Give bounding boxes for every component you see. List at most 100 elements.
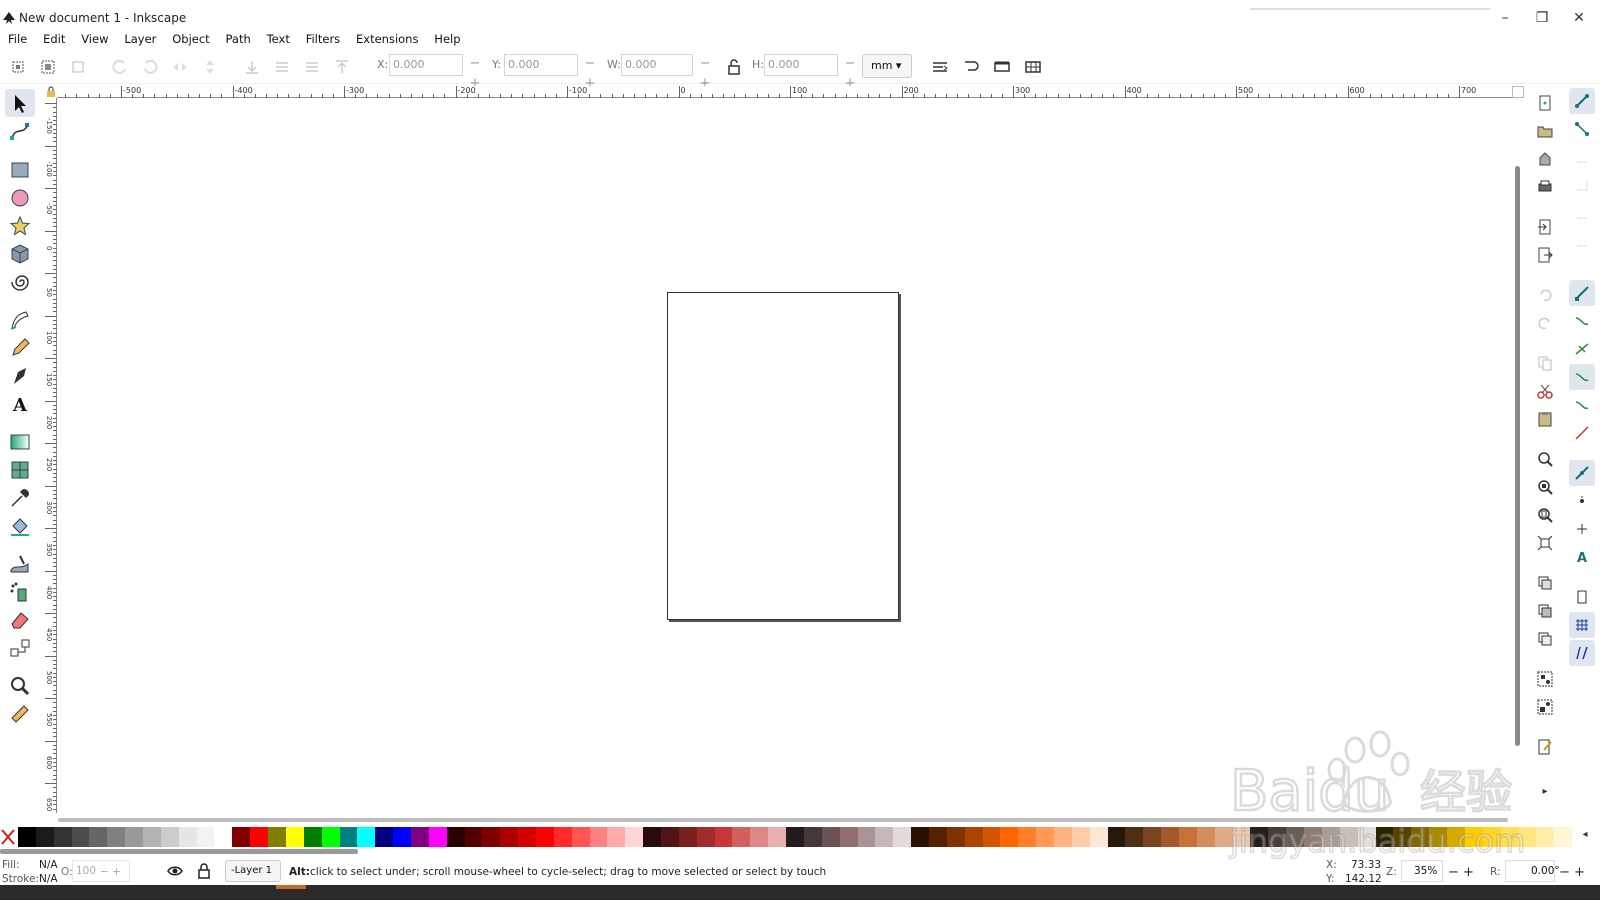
snap-bbox-midpoint-icon[interactable] [1569, 200, 1595, 226]
move-patterns-icon[interactable] [1024, 58, 1042, 76]
minimize-button[interactable]: – [1490, 8, 1520, 28]
measure-icon[interactable] [8, 702, 32, 726]
zoom-width-icon[interactable] [1536, 534, 1554, 552]
paste-icon[interactable] [1536, 410, 1554, 428]
color-swatch[interactable] [232, 827, 251, 847]
snap-others-icon[interactable] [1569, 460, 1595, 486]
ellipse-icon[interactable] [8, 186, 32, 210]
flip-vertical-icon[interactable] [201, 58, 219, 76]
group-icon[interactable] [1536, 670, 1554, 688]
connector-icon[interactable] [8, 636, 32, 660]
color-swatch[interactable] [750, 827, 769, 847]
color-swatch[interactable] [1179, 827, 1198, 847]
color-swatch[interactable] [946, 827, 966, 847]
zoom-page-icon[interactable] [1536, 506, 1554, 524]
color-swatch[interactable] [893, 827, 912, 847]
zoom-drawing-icon[interactable] [1536, 478, 1554, 496]
menu-layer[interactable]: Layer [118, 30, 162, 48]
dropper-icon[interactable] [8, 486, 32, 510]
color-swatch[interactable] [214, 827, 233, 847]
snap-page-border-icon[interactable] [1569, 584, 1595, 610]
select-all-icon[interactable] [9, 58, 27, 76]
w-input[interactable]: 0.000 [621, 54, 693, 76]
pencil-icon[interactable] [8, 336, 32, 360]
color-swatch[interactable] [607, 827, 626, 847]
color-swatch[interactable] [1107, 827, 1126, 847]
snap-object-midpoints-icon[interactable] [1569, 488, 1595, 514]
raise-icon[interactable] [303, 58, 321, 76]
color-swatch[interactable] [1054, 827, 1073, 847]
current-layer-select[interactable]: -Layer 1 ▾ [225, 860, 281, 896]
color-swatch[interactable] [928, 827, 948, 847]
rotate-ccw-icon[interactable] [111, 58, 129, 76]
duplicate-icon[interactable] [1536, 574, 1554, 592]
snap-guides-icon[interactable] [1569, 640, 1595, 666]
redo-icon[interactable] [1536, 314, 1554, 332]
color-swatch[interactable] [410, 827, 430, 847]
color-swatch[interactable] [482, 827, 501, 847]
color-swatch[interactable] [571, 827, 591, 847]
undo-icon[interactable] [1536, 286, 1554, 304]
color-swatch[interactable] [1554, 827, 1573, 847]
color-swatch[interactable] [696, 827, 716, 847]
color-swatch[interactable] [446, 827, 466, 847]
horizontal-ruler[interactable]: -500 -400 -300 -200 -100 0 100 200 300 400 500 600 7… [57, 86, 1512, 98]
color-swatch[interactable] [678, 827, 698, 847]
pen-icon[interactable] [8, 308, 32, 332]
color-swatch[interactable] [71, 827, 90, 847]
spiral-icon[interactable] [8, 270, 32, 294]
tweak-icon[interactable] [8, 552, 32, 576]
fill-value[interactable]: N/A [39, 859, 58, 871]
unit-select[interactable]: mm ▾ [862, 54, 912, 78]
color-swatch[interactable] [1196, 827, 1216, 847]
open-icon[interactable] [1536, 122, 1554, 140]
color-swatch[interactable] [196, 827, 215, 847]
mesh-icon[interactable] [8, 458, 32, 482]
snap-bbox-center-icon[interactable] [1569, 228, 1595, 254]
color-swatch[interactable] [1089, 827, 1109, 847]
3d-box-icon[interactable] [8, 242, 32, 266]
color-swatch[interactable] [1071, 827, 1091, 847]
vertical-scrollbar[interactable] [1512, 86, 1524, 826]
color-swatch[interactable] [1125, 827, 1144, 847]
color-swatch[interactable] [1161, 827, 1180, 847]
guide-lock-icon[interactable] [45, 86, 57, 98]
print-icon[interactable] [1536, 178, 1554, 196]
menu-edit[interactable]: Edit [37, 30, 71, 48]
menu-extensions[interactable]: Extensions [350, 30, 424, 48]
maximize-button[interactable]: ❐ [1527, 8, 1557, 28]
h-input[interactable]: 0.000 [764, 54, 838, 76]
snap-grids-icon[interactable] [1569, 612, 1595, 638]
spray-icon[interactable] [8, 580, 32, 604]
h-decrement-button[interactable]: − + [838, 54, 862, 91]
snap-bbox-icon[interactable] [1569, 116, 1595, 142]
node-icon[interactable] [8, 120, 32, 144]
color-swatch[interactable] [875, 827, 894, 847]
color-swatch[interactable] [1018, 827, 1037, 847]
eraser-icon[interactable] [8, 608, 32, 632]
color-swatch[interactable] [839, 827, 858, 847]
save-icon[interactable] [1536, 150, 1554, 168]
color-swatch[interactable] [428, 827, 448, 847]
color-swatch[interactable] [178, 827, 198, 847]
snap-nodes-icon[interactable] [1569, 280, 1595, 306]
color-swatch[interactable] [35, 827, 55, 847]
lower-to-bottom-icon[interactable] [243, 58, 261, 76]
snap-rotation-center-icon[interactable] [1569, 516, 1595, 542]
color-swatch[interactable] [339, 827, 358, 847]
menu-filters[interactable]: Filters [300, 30, 346, 48]
color-swatch[interactable] [303, 827, 323, 847]
gradient-icon[interactable] [8, 430, 32, 454]
move-gradients-icon[interactable] [993, 58, 1011, 76]
color-swatch[interactable] [625, 827, 644, 847]
color-swatch[interactable] [982, 827, 1001, 847]
color-swatch[interactable] [1143, 827, 1162, 847]
color-swatch[interactable] [732, 827, 751, 847]
color-swatch[interactable] [18, 827, 37, 847]
color-swatch[interactable] [500, 827, 519, 847]
color-swatch[interactable] [768, 827, 787, 847]
color-swatch[interactable] [53, 827, 73, 847]
color-swatch[interactable] [803, 827, 823, 847]
rotation-stepper[interactable]: − + [1559, 865, 1585, 880]
snap-cusp-nodes-icon[interactable] [1569, 364, 1595, 390]
